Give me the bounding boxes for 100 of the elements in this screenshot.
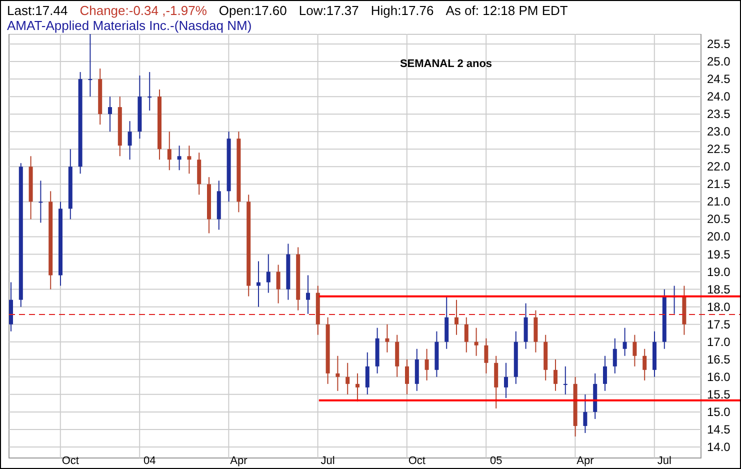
candle	[464, 316, 468, 353]
candle	[395, 334, 400, 378]
symbol-title: AMAT-Applied Materials Inc.-(Nasdaq NM)	[7, 18, 253, 33]
quote-value: Last:17.44	[7, 3, 68, 18]
candle	[672, 285, 676, 314]
x-axis-label: Jul	[657, 455, 672, 467]
x-axis-label: Apr	[230, 455, 248, 467]
candle	[9, 282, 13, 332]
y-axis-label: 20.0	[707, 230, 730, 244]
candle	[405, 358, 409, 395]
x-axis-label: Oct	[62, 455, 79, 467]
y-axis-label: 18.0	[707, 300, 730, 314]
quote-value: Open:17.60	[218, 3, 287, 18]
candle	[524, 302, 528, 350]
candle	[554, 358, 558, 392]
candle	[177, 145, 182, 171]
y-axis-label: 16.0	[707, 370, 730, 384]
candle	[207, 176, 211, 234]
candle	[38, 180, 43, 224]
candle	[68, 148, 72, 220]
y-axis-label: 22.0	[707, 160, 730, 174]
y-axis-label: 17.0	[707, 334, 730, 349]
candle	[534, 310, 538, 353]
x-axis-label: Oct	[408, 455, 426, 467]
candle	[563, 366, 568, 395]
candle	[652, 330, 656, 378]
candle	[316, 285, 320, 336]
candle	[226, 131, 231, 202]
candle	[158, 89, 162, 160]
candle	[385, 324, 390, 353]
y-axis-label: 22.5	[707, 142, 730, 156]
candle	[414, 348, 419, 392]
y-axis-label: 24.5	[707, 72, 730, 86]
candle	[434, 330, 439, 378]
candle	[197, 152, 202, 196]
x-axis-label: Jul	[320, 455, 335, 467]
candle	[326, 316, 330, 384]
candle	[148, 72, 152, 112]
candle	[612, 338, 617, 374]
y-axis-label: 19.5	[707, 247, 730, 262]
candle	[256, 260, 260, 308]
candle	[128, 120, 132, 160]
y-axis-label: 23.0	[707, 124, 730, 139]
candle	[375, 327, 380, 374]
candle	[682, 285, 686, 336]
y-axis-label: 21.0	[707, 194, 730, 209]
change-value: Change:-0.34 ,-1.97%	[80, 3, 207, 18]
quote-value: As of: 12:18 PM EDT	[446, 3, 568, 18]
candle	[474, 327, 478, 356]
candle	[216, 180, 221, 230]
x-axis-label: 04	[143, 455, 156, 467]
y-axis-label: 18.5	[707, 282, 730, 296]
candle	[118, 96, 122, 157]
candle	[662, 288, 666, 350]
candle	[544, 334, 548, 381]
candle	[88, 34, 92, 98]
candle	[583, 394, 588, 434]
y-axis-label: 21.5	[707, 177, 730, 192]
candle	[603, 355, 607, 392]
candle	[622, 327, 627, 356]
candle	[514, 330, 518, 384]
x-axis-label: 05	[490, 455, 502, 467]
candle	[167, 131, 172, 171]
y-axis-label: 14.5	[707, 422, 730, 436]
y-axis-label: 25.0	[707, 54, 730, 69]
y-axis-label: 23.5	[707, 107, 730, 122]
candle	[573, 376, 578, 437]
candle	[266, 254, 270, 294]
candle	[108, 96, 112, 132]
candle	[454, 299, 458, 336]
y-axis-label: 17.5	[707, 317, 730, 332]
candle	[296, 246, 300, 311]
candle	[187, 145, 192, 174]
candle	[336, 355, 340, 392]
candle	[346, 362, 350, 395]
candle	[306, 274, 310, 314]
candle	[504, 362, 508, 398]
y-axis-label: 14.0	[707, 440, 730, 454]
candle	[593, 372, 598, 420]
candle	[632, 334, 637, 367]
y-axis-label: 15.0	[707, 404, 730, 419]
quote-value: High:17.76	[370, 3, 434, 18]
candle	[484, 338, 488, 374]
candle	[444, 296, 449, 350]
x-axis-label: Apr	[576, 455, 594, 467]
y-axis-label: 20.5	[707, 212, 730, 226]
y-axis-label: 24.0	[707, 90, 730, 104]
candle	[424, 348, 429, 381]
candle	[494, 355, 498, 409]
candle	[356, 372, 360, 402]
candle	[28, 156, 33, 220]
candle	[286, 243, 290, 300]
candle	[365, 352, 370, 395]
candle	[138, 75, 142, 140]
quote-value: Low:17.37	[298, 3, 359, 18]
y-axis-label: 15.5	[707, 387, 730, 402]
y-axis-label: 16.5	[707, 352, 730, 366]
candle	[98, 68, 102, 126]
annotation-text: SEMANAL 2 anos	[400, 58, 492, 70]
candle	[276, 264, 280, 304]
